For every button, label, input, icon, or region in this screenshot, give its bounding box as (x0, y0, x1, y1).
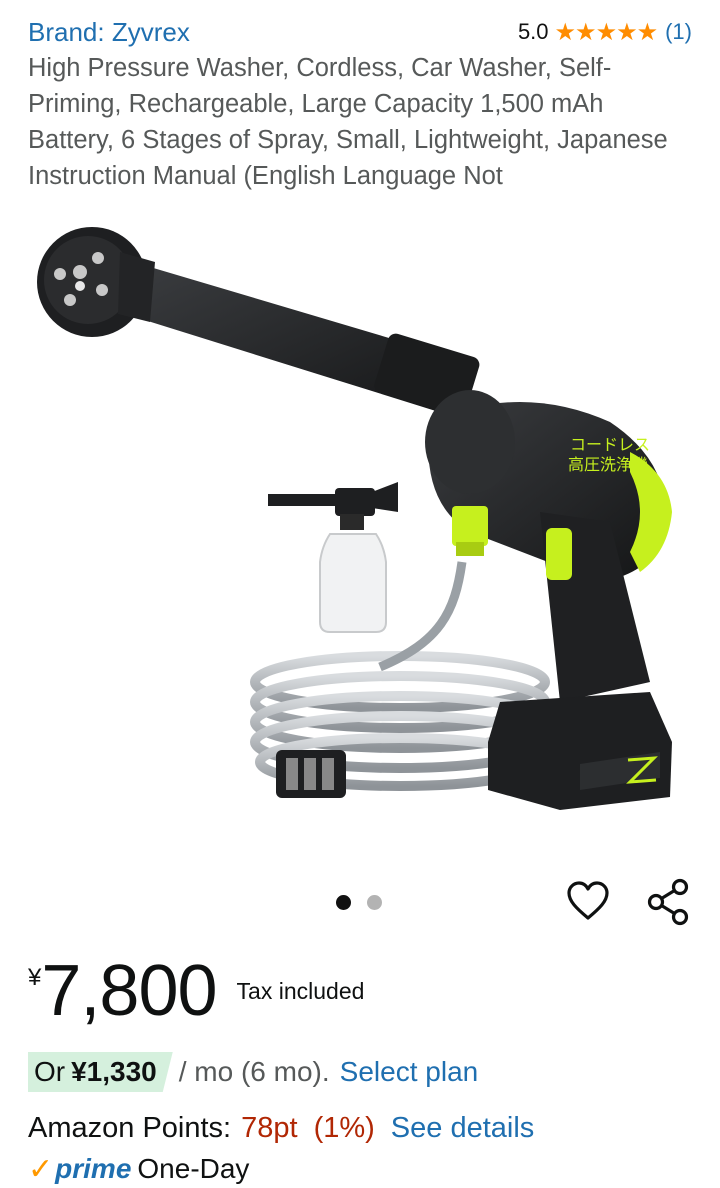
brand-link[interactable]: Brand: Zyvrex (28, 17, 190, 48)
rating-summary[interactable]: 5.0 ★★★★★ (1) (518, 18, 692, 47)
price-block: ¥ 7,800 Tax included (28, 946, 364, 1036)
prime-delivery-row: ✓ prime One-Day (28, 1150, 249, 1188)
select-plan-link[interactable]: Select plan (340, 1056, 479, 1088)
points-label: Amazon Points: (28, 1111, 232, 1144)
installment-or: Or (34, 1056, 66, 1087)
star-rating-icon: ★★★★★ (554, 18, 659, 46)
heart-icon[interactable] (566, 880, 610, 924)
product-title: High Pressure Washer, Cordless, Car Wash… (28, 54, 668, 190)
installment-badge: Or ¥1,330 (28, 1052, 173, 1092)
spray-wand (37, 227, 480, 417)
price-amount: 7,800 (41, 951, 217, 1031)
pagination-dot-2[interactable] (367, 895, 382, 910)
price-currency: ¥ (28, 964, 42, 991)
tax-note: Tax included (236, 978, 365, 1004)
installment-amount: ¥1,330 (71, 1056, 157, 1087)
header-row: Brand: Zyvrex 5.0 ★★★★★ (1) (28, 14, 692, 50)
delivery-speed: One-Day (137, 1153, 250, 1184)
points-percent: (1%) (313, 1111, 375, 1144)
installment-term: / mo (6 mo). (178, 1056, 330, 1087)
installment-row: Or ¥1,330 / mo (6 mo). Select plan (28, 1052, 478, 1092)
points-row: Amazon Points: 78pt (1%) See details (28, 1108, 534, 1148)
rating-count-link[interactable]: (1) (665, 19, 692, 45)
prime-logo: prime (55, 1153, 132, 1184)
prime-check-icon: ✓ (28, 1152, 54, 1186)
gun-label-jp-2: 高圧洗浄機 (568, 455, 648, 474)
foam-bottle (268, 482, 398, 633)
hose-filter (276, 750, 346, 798)
rating-value: 5.0 (517, 19, 549, 44)
gun-label-jp-1: コードレス (570, 435, 650, 454)
image-pagination[interactable] (336, 895, 382, 910)
points-value: 78pt (241, 1111, 298, 1144)
see-details-link[interactable]: See details (391, 1112, 535, 1145)
product-image[interactable]: コードレス 高圧洗浄機 (0, 212, 720, 852)
pagination-dot-1[interactable] (336, 895, 351, 910)
share-icon[interactable] (646, 878, 690, 926)
